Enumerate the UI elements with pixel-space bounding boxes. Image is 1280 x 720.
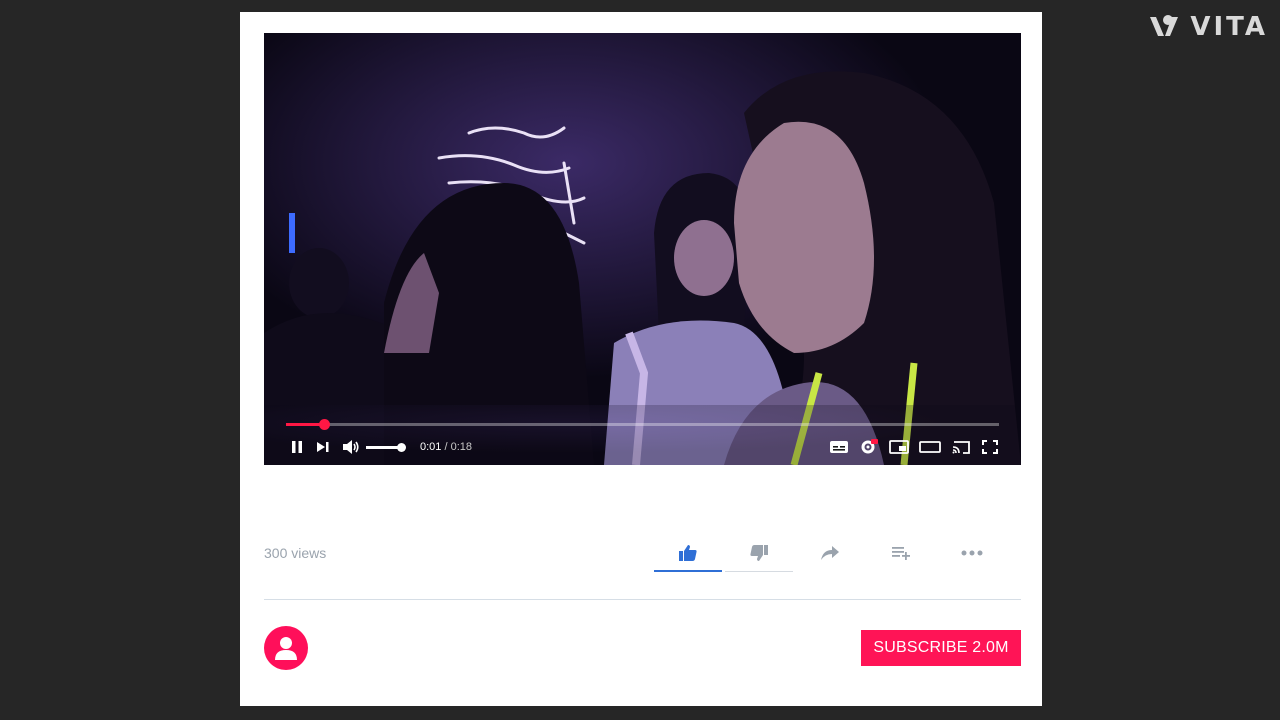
progress-scrubber[interactable]	[318, 419, 330, 430]
player-controls: 0:01 / 0:18	[286, 435, 999, 459]
cast-button[interactable]	[951, 439, 971, 455]
subtitles-icon	[830, 441, 848, 453]
subtitles-button[interactable]	[829, 439, 849, 455]
view-count: 300 views	[264, 545, 327, 561]
volume-handle[interactable]	[397, 442, 406, 452]
pause-icon	[292, 441, 302, 453]
video-card: 0:01 / 0:18 300 views SUBSCRIBE 2.0M	[240, 12, 1042, 706]
save-to-playlist-button[interactable]	[867, 534, 935, 572]
progress-bar[interactable]	[286, 419, 999, 430]
settings-button[interactable]	[859, 438, 879, 456]
next-icon	[317, 442, 329, 452]
current-time: 0:01	[420, 441, 442, 453]
action-bar	[654, 534, 1009, 572]
mute-button[interactable]	[340, 439, 362, 455]
volume-slider[interactable]	[366, 442, 406, 452]
like-button[interactable]	[654, 534, 722, 572]
theater-mode-button[interactable]	[919, 439, 941, 455]
more-button[interactable]	[938, 534, 1006, 572]
settings-icon	[861, 439, 878, 454]
add-to-playlist-icon	[892, 547, 910, 560]
theater-mode-icon	[919, 441, 941, 453]
user-icon	[275, 637, 297, 660]
subscribe-button[interactable]: SUBSCRIBE 2.0M	[861, 630, 1021, 666]
channel-avatar[interactable]	[264, 626, 308, 670]
divider	[264, 599, 1021, 600]
fullscreen-icon	[982, 440, 998, 454]
duration: 0:18	[450, 441, 473, 453]
time-display: 0:01 / 0:18	[420, 441, 472, 453]
time-separator: /	[441, 441, 451, 453]
volume-icon	[343, 440, 359, 454]
vita-logo-icon	[1150, 15, 1179, 36]
next-button[interactable]	[312, 441, 334, 453]
share-button[interactable]	[796, 534, 864, 572]
miniplayer-button[interactable]	[889, 439, 909, 455]
watermark-text: VITA	[1190, 12, 1268, 42]
more-icon	[961, 550, 983, 556]
player-right-controls	[829, 438, 999, 456]
video-player[interactable]: 0:01 / 0:18	[264, 33, 1021, 465]
pause-button[interactable]	[286, 440, 308, 454]
dislike-button[interactable]	[725, 534, 793, 572]
video-frame	[264, 33, 1021, 465]
miniplayer-icon	[889, 440, 909, 454]
share-icon	[821, 546, 839, 560]
dislike-icon	[750, 545, 768, 561]
vita-watermark: VITA	[1148, 12, 1268, 42]
like-icon	[679, 545, 697, 561]
cast-icon	[952, 441, 970, 454]
fullscreen-button[interactable]	[981, 439, 999, 455]
